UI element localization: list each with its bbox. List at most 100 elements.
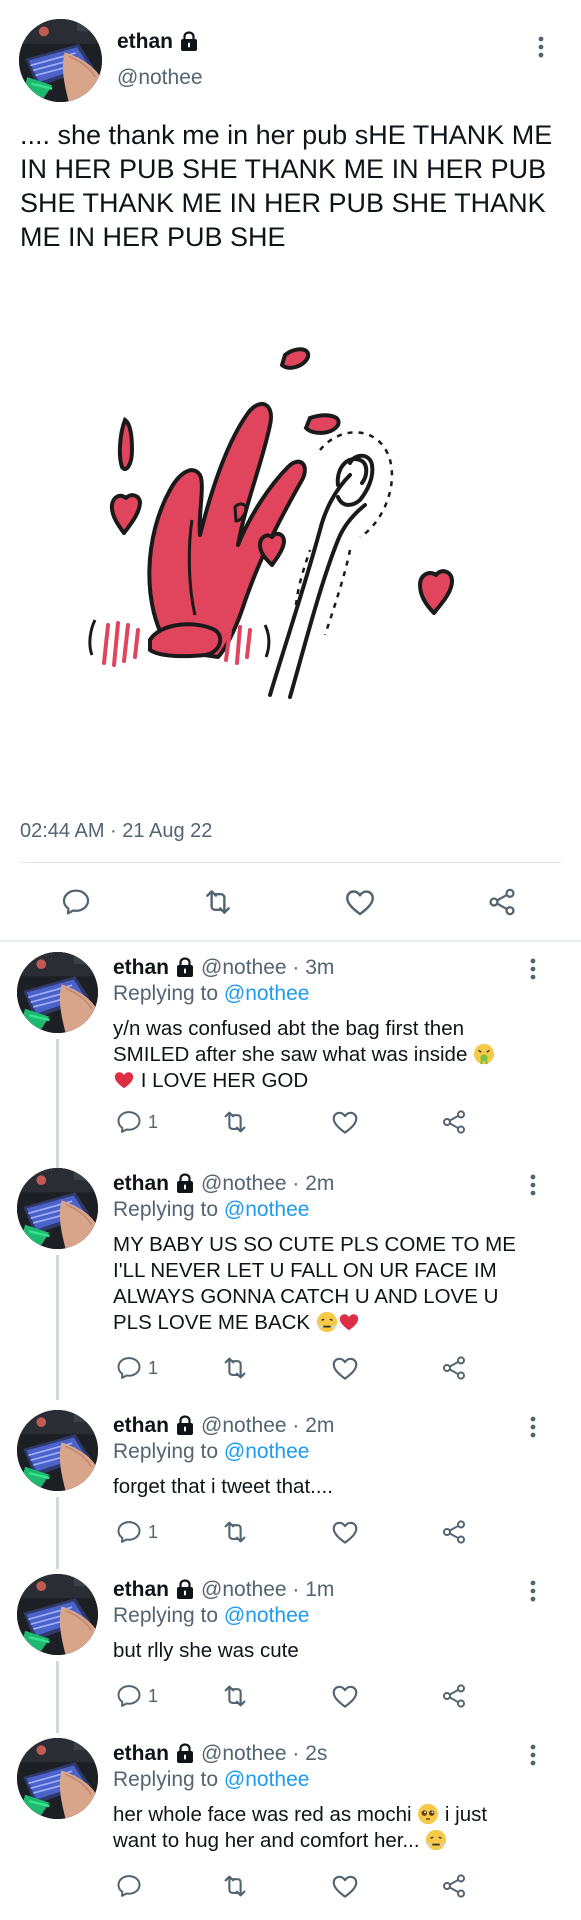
reply-tweet[interactable]: ethan @nothee · 2m Replying to @nothee M… — [0, 1160, 581, 1400]
avatar[interactable] — [17, 1738, 98, 1819]
steam-face-emoji-icon — [426, 1829, 447, 1851]
author-name[interactable]: ethan — [113, 1414, 169, 1438]
author-handle-time[interactable]: @nothee · 3m — [201, 956, 334, 980]
avatar[interactable] — [19, 19, 102, 102]
like-icon[interactable] — [330, 1104, 360, 1140]
reply-text-line: but rlly she was cute — [113, 1639, 299, 1662]
author-name[interactable]: ethan — [113, 1742, 169, 1766]
author-handle-time[interactable]: @nothee · 1m — [201, 1578, 334, 1602]
more-icon[interactable] — [530, 1416, 536, 1443]
reply-button[interactable]: 1 — [115, 1350, 158, 1386]
reply-actions: 1 — [100, 1350, 520, 1386]
divider — [20, 862, 561, 863]
reply-text-segment: I LOVE HER GOD — [135, 1069, 309, 1092]
divider — [0, 940, 581, 942]
replying-to-link[interactable]: @nothee — [224, 1198, 310, 1221]
retweet-icon[interactable] — [220, 1678, 250, 1714]
share-icon[interactable] — [440, 1678, 468, 1714]
retweet-icon[interactable] — [196, 880, 240, 924]
reply-tweet[interactable]: ethan @nothee · 2s Replying to @nothee h… — [0, 1730, 581, 1920]
reply-tweet[interactable]: ethan @nothee · 1m Replying to @nothee b… — [0, 1566, 581, 1733]
reply-text-segment: want to hug her and comfort her... — [113, 1829, 420, 1852]
retweet-icon[interactable] — [220, 1104, 250, 1140]
like-icon[interactable] — [330, 1678, 360, 1714]
reply-header: ethan @nothee · 2s — [113, 1742, 327, 1766]
share-icon[interactable] — [440, 1350, 468, 1386]
reply-actions — [100, 1868, 520, 1904]
more-icon[interactable] — [530, 958, 536, 985]
reply-text-line: ALWAYS GONNA CATCH U AND LOVE U — [113, 1285, 499, 1308]
lock-icon — [175, 1415, 195, 1437]
like-icon[interactable] — [330, 1514, 360, 1550]
reply-icon[interactable] — [115, 1682, 143, 1710]
replying-label: Replying to — [113, 982, 219, 1005]
reply-icon[interactable] — [115, 1518, 143, 1546]
share-icon[interactable] — [440, 1514, 468, 1550]
more-icon[interactable] — [530, 1174, 536, 1201]
reply-header: ethan @nothee · 3m — [113, 956, 334, 980]
replying-to-link[interactable]: @nothee — [224, 1768, 310, 1791]
reply-tweet[interactable]: ethan @nothee · 3m Replying to @nothee y… — [0, 944, 581, 1244]
avatar[interactable] — [17, 1410, 98, 1491]
reply-tweet[interactable]: ethan @nothee · 2m Replying to @nothee f… — [0, 1402, 581, 1569]
reply-icon[interactable] — [115, 1354, 143, 1382]
reply-text-line: her whole face was red as mochi i just — [113, 1802, 543, 1828]
replying-to-link[interactable]: @nothee — [224, 1604, 310, 1627]
share-icon[interactable] — [480, 880, 524, 924]
reply-button[interactable]: 1 — [115, 1678, 158, 1714]
reply-actions: 1 — [100, 1514, 520, 1550]
author-name[interactable]: ethan — [117, 30, 199, 54]
reply-text-line: I'LL NEVER LET U FALL ON UR FACE IM — [113, 1259, 497, 1282]
retweet-icon[interactable] — [220, 1350, 250, 1386]
main-tweet: ethan @nothee .... she thank me in her p… — [0, 0, 581, 940]
author-name[interactable]: ethan — [113, 1172, 169, 1196]
red-heart-emoji-icon — [114, 1072, 134, 1089]
share-icon[interactable] — [440, 1104, 468, 1140]
replying-to-link[interactable]: @nothee — [224, 1440, 310, 1463]
like-icon[interactable] — [330, 1868, 360, 1904]
author-handle-time[interactable]: @nothee · 2m — [201, 1414, 334, 1438]
author-name[interactable]: ethan — [113, 1578, 169, 1602]
lock-icon — [175, 1743, 195, 1765]
retweet-icon[interactable] — [220, 1868, 250, 1904]
more-icon[interactable] — [530, 1580, 536, 1607]
author-handle[interactable]: @nothee — [117, 66, 203, 90]
like-icon[interactable] — [330, 1350, 360, 1386]
like-icon[interactable] — [338, 880, 382, 924]
reply-actions: 1 — [100, 1104, 520, 1140]
author-handle-time[interactable]: @nothee · 2m — [201, 1172, 334, 1196]
author-name-text[interactable]: ethan — [117, 30, 173, 54]
avatar[interactable] — [17, 1168, 98, 1249]
avatar[interactable] — [17, 1574, 98, 1655]
reply-count: 1 — [148, 1685, 159, 1706]
reply-text-line: y/n was confused abt the bag first then — [113, 1017, 464, 1040]
sticker-illustration — [88, 347, 454, 699]
reply-count: 1 — [148, 1521, 159, 1542]
replying-label: Replying to — [113, 1440, 219, 1463]
reply-icon[interactable] — [115, 1108, 143, 1136]
more-icon[interactable] — [538, 36, 544, 63]
reply-icon[interactable] — [54, 880, 98, 924]
replying-to-link[interactable]: @nothee — [224, 982, 310, 1005]
reply-button[interactable] — [115, 1868, 148, 1904]
reply-button[interactable]: 1 — [115, 1104, 158, 1140]
thread-line — [56, 1497, 59, 1569]
pleading-face-emoji-icon — [418, 1803, 439, 1825]
reply-button[interactable]: 1 — [115, 1514, 158, 1550]
reply-text-line: MY BABY US SO CUTE PLS COME TO ME — [113, 1233, 516, 1256]
reply-text-line: want to hug her and comfort her... — [113, 1828, 543, 1854]
tweet-actions — [0, 880, 581, 930]
reply-icon[interactable] — [115, 1872, 143, 1900]
author-name[interactable]: ethan — [113, 956, 169, 980]
reply-text-segment: PLS LOVE ME BACK — [113, 1311, 311, 1334]
lock-icon — [175, 957, 195, 979]
retweet-icon[interactable] — [220, 1514, 250, 1550]
reply-text-line: I LOVE HER GOD — [113, 1068, 543, 1094]
more-icon[interactable] — [530, 1744, 536, 1771]
tweet-timestamp[interactable]: 02:44 AM · 21 Aug 22 — [20, 820, 212, 843]
reply-text-segment: her whole face was red as mochi — [113, 1803, 412, 1826]
avatar[interactable] — [17, 952, 98, 1033]
share-icon[interactable] — [440, 1868, 468, 1904]
tweet-media-image[interactable] — [20, 285, 560, 815]
author-handle-time[interactable]: @nothee · 2s — [201, 1742, 327, 1766]
